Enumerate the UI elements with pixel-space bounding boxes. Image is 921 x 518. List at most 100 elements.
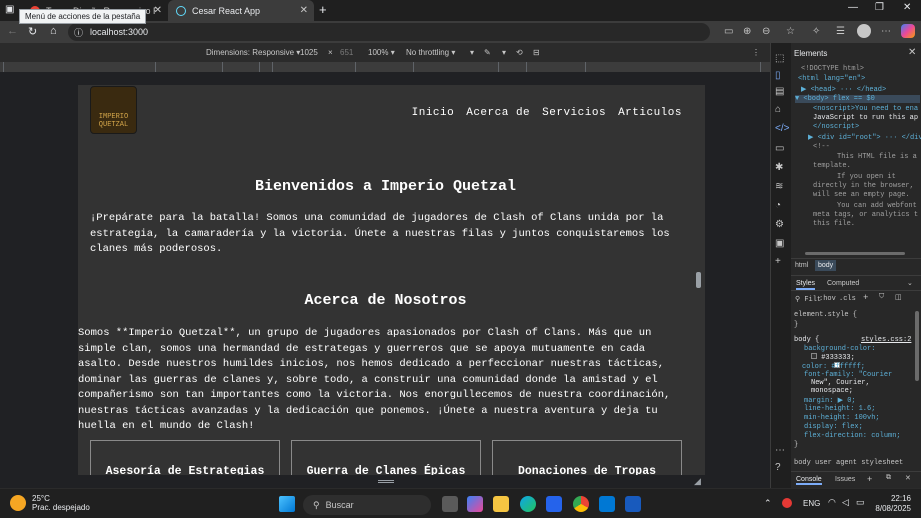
site-logo[interactable]: IMPERIO QUETZAL — [90, 86, 137, 134]
close-icon[interactable]: ✕ — [154, 5, 162, 16]
viewport-bottom-resize-handle[interactable] — [378, 480, 394, 483]
sources-icon[interactable]: ▤ — [775, 86, 784, 97]
file-explorer-icon[interactable] — [493, 496, 509, 512]
element-style-rule[interactable]: element.style { — [794, 311, 857, 319]
address-bar[interactable]: ⓘ localhost:3000 — [68, 23, 710, 41]
dimensions-dropdown[interactable]: Dimensions: Responsive ▾ — [206, 48, 300, 57]
site-info-icon[interactable]: ⓘ — [74, 26, 83, 39]
close-window-icon[interactable]: ✕ — [903, 2, 911, 13]
dock-icon[interactable]: ⧉ — [886, 474, 891, 482]
copilot-icon[interactable] — [901, 24, 915, 38]
nav-link-acerca[interactable]: Acerca de — [466, 107, 530, 119]
paint-icon[interactable]: ⛉ — [879, 293, 884, 301]
taskbar-search[interactable]: ⚲ Buscar — [303, 495, 431, 515]
filter-input[interactable]: ⚲ Filt — [795, 295, 821, 304]
welcome-home-icon[interactable]: ⌂ — [775, 104, 781, 115]
dom-line[interactable]: template. — [813, 162, 851, 170]
cls-toggle[interactable]: .cls — [839, 295, 856, 303]
install-app-icon[interactable]: ▭ — [724, 26, 733, 37]
body-selector[interactable]: body { — [794, 336, 819, 344]
chevron-down-icon[interactable]: ▾ — [502, 48, 506, 57]
more-options-icon[interactable]: ⋮ — [752, 48, 760, 57]
dom-line[interactable]: <noscript>You need to ena — [813, 105, 918, 113]
minus-zoom-icon[interactable]: ⊖ — [762, 26, 770, 37]
dom-line[interactable]: will see an empty page. — [813, 191, 910, 199]
hov-toggle[interactable]: :hov — [819, 295, 836, 303]
nav-link-articulos[interactable]: Articulos — [618, 107, 682, 119]
profile-avatar[interactable] — [857, 24, 871, 38]
console-icon[interactable]: ▭ — [775, 143, 784, 154]
device-mode-icon[interactable]: ▯ — [775, 70, 781, 81]
dom-line[interactable]: <!DOCTYPE html> — [801, 65, 864, 73]
dom-tree[interactable]: <!DOCTYPE html> <html lang="en"> ▶ <head… — [791, 61, 921, 246]
viewport-resize-handle[interactable] — [696, 272, 701, 288]
tray-app-icon[interactable] — [782, 498, 792, 508]
new-rule-icon[interactable]: + — [863, 293, 868, 303]
css-property[interactable]: line-height: 1.6; — [804, 405, 875, 413]
chevron-down-icon[interactable]: ⌄ — [907, 279, 913, 287]
reload-icon[interactable]: ↻ — [28, 25, 37, 38]
css-property[interactable]: font-family: "Courier — [804, 371, 892, 379]
word-icon[interactable] — [625, 496, 641, 512]
maximize-icon[interactable]: ❐ — [875, 2, 884, 13]
service-card[interactable]: Guerra de Clanes Épicas — [291, 440, 481, 475]
styles-scrollbar[interactable] — [915, 311, 919, 381]
nav-link-servicios[interactable]: Servicios — [542, 107, 606, 119]
close-devtools-icon[interactable]: ✕ — [908, 47, 916, 59]
tab-console[interactable]: Console — [796, 476, 822, 485]
taskbar-clock[interactable]: 22:16 8/08/2025 — [875, 494, 911, 514]
bookmark-star-icon[interactable]: ☆ — [786, 26, 795, 37]
stylesheet-link[interactable]: styles.css:2 — [861, 336, 911, 344]
add-drawer-tab-icon[interactable]: + — [867, 474, 872, 484]
application-icon[interactable]: ▣ — [775, 238, 784, 249]
tab-actions-menu-icon[interactable]: ▣ — [5, 4, 14, 15]
dom-line[interactable]: <!-- — [813, 143, 830, 151]
css-property[interactable]: background-color: — [804, 345, 875, 353]
back-icon[interactable]: ← — [7, 25, 18, 37]
bug-icon[interactable]: ✱ — [775, 162, 783, 173]
chrome-icon[interactable] — [573, 496, 589, 512]
dom-line[interactable]: JavaScript to run this ap — [813, 114, 918, 122]
dom-line-selected[interactable]: ▼ <body> flex == $0 — [795, 95, 920, 103]
dom-line[interactable]: If you open it — [837, 173, 896, 181]
dropdown-chevron-icon[interactable]: ▾ — [470, 48, 474, 57]
close-drawer-icon[interactable]: ✕ — [905, 474, 911, 482]
wifi-icon[interactable]: ◠ — [828, 497, 836, 508]
css-value[interactable]: monospace; — [811, 387, 853, 395]
corner-resize-icon[interactable]: ◢ — [694, 476, 701, 487]
service-card[interactable]: Donaciones de Tropas — [492, 440, 682, 475]
zoom-dropdown[interactable]: 100% ▾ — [368, 48, 395, 57]
css-property[interactable]: display: flex; — [804, 423, 863, 431]
language-indicator[interactable]: ENG — [803, 499, 820, 508]
css-property[interactable]: min-height: 100vh; — [804, 414, 880, 422]
settings-gear-icon[interactable]: ⚙ — [775, 219, 784, 230]
service-card[interactable]: Asesoría de Estrategias — [90, 440, 280, 475]
add-tool-icon[interactable]: + — [775, 256, 781, 267]
edge-icon[interactable] — [520, 496, 536, 512]
css-property[interactable]: flex-direction: column; — [804, 432, 901, 440]
dom-line[interactable]: directly in the browser, — [813, 182, 914, 190]
more-tools-icon[interactable]: ⋯ — [775, 445, 785, 456]
breadcrumb-html[interactable]: html — [795, 262, 808, 269]
vscode-icon[interactable] — [599, 496, 615, 512]
favorites-icon[interactable]: ☰ — [836, 26, 845, 37]
extensions-icon[interactable]: ✧ — [812, 26, 820, 37]
dom-line[interactable]: This HTML file is a — [837, 153, 917, 161]
throttling-dropdown[interactable]: No throttling ▾ — [406, 48, 455, 57]
tab-cesar-react-app[interactable]: Cesar React App ✕ — [168, 0, 314, 21]
dom-line[interactable]: this file. — [813, 220, 855, 228]
copilot-app-icon[interactable] — [467, 496, 483, 512]
width-input[interactable]: 1025 — [300, 48, 318, 57]
breadcrumb-body[interactable]: body — [815, 260, 837, 271]
close-icon[interactable]: ✕ — [300, 5, 308, 16]
dom-line[interactable]: </noscript> — [813, 123, 859, 131]
minimize-icon[interactable]: — — [848, 2, 858, 13]
home-icon[interactable]: ⌂ — [50, 25, 57, 37]
tab-issues[interactable]: Issues — [835, 476, 855, 483]
tray-chevron-icon[interactable]: ⌃ — [764, 498, 772, 509]
more-menu-icon[interactable]: ⋯ — [881, 26, 891, 37]
nav-link-inicio[interactable]: Inicio — [412, 107, 455, 119]
tab-styles[interactable]: Styles — [796, 280, 816, 290]
battery-icon[interactable]: ▭ — [856, 497, 865, 508]
css-property[interactable]: color: #ffffff; — [802, 362, 873, 371]
